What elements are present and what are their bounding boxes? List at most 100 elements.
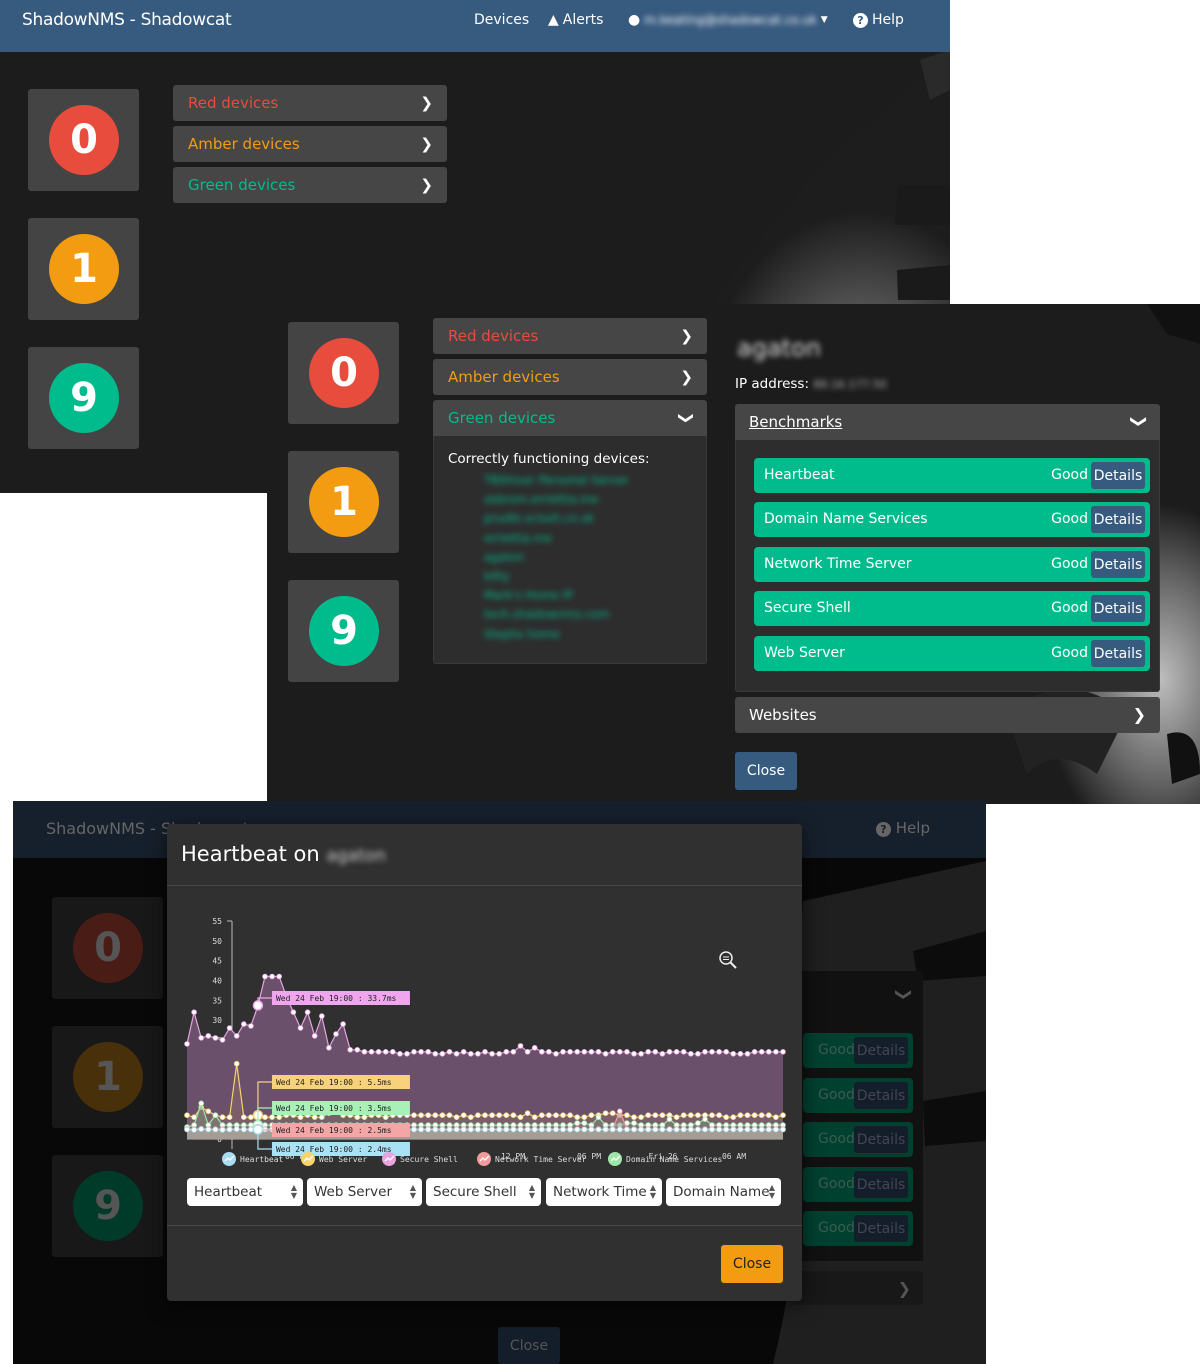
- select-arrows-icon: ▲ ▼: [290, 1183, 297, 1200]
- data-point: [538, 1049, 545, 1055]
- data-point: [467, 1126, 474, 1133]
- device-link[interactable]: tech.shadownms.com: [484, 605, 629, 624]
- modal-close-button[interactable]: Close: [721, 1245, 783, 1283]
- data-point: [241, 1126, 247, 1133]
- series-select-3[interactable]: Secure Shell ▲ ▼: [426, 1178, 541, 1206]
- modal-title: Heartbeat on agaton: [181, 842, 386, 866]
- data-point: [184, 1041, 190, 1047]
- series-select-2[interactable]: Web Server ▲ ▼: [307, 1178, 422, 1206]
- data-point: [695, 1051, 701, 1057]
- data-point: [553, 1112, 559, 1119]
- data-point: [319, 1013, 325, 1019]
- data-point: [638, 1114, 644, 1121]
- data-point: [439, 1051, 446, 1057]
- websites-accordion[interactable]: Websites ❯: [735, 697, 1160, 733]
- red-count-tile[interactable]: 0: [288, 322, 399, 424]
- series-select-4[interactable]: Network Time ▲ ▼: [546, 1178, 662, 1206]
- data-point: [723, 1126, 729, 1133]
- benchmark-status: Good: [818, 1131, 855, 1147]
- nav-help[interactable]: ? Help: [853, 12, 904, 28]
- brand-link[interactable]: ShadowNMS - Shadowcat: [22, 10, 232, 30]
- data-point: [467, 1114, 474, 1121]
- screenshot-device-details: 0 1 9 Red devices ❯ Amber devices ❯ Gree…: [267, 304, 1200, 804]
- data-point: [595, 1114, 602, 1121]
- device-link[interactable]: Mark's Home IP: [484, 586, 629, 605]
- device-link[interactable]: Stephs home: [484, 625, 629, 644]
- amber-count-tile[interactable]: 1: [288, 451, 399, 553]
- data-point: [233, 1060, 240, 1067]
- accordion-green-devices[interactable]: Green devices ❯: [433, 400, 707, 436]
- data-point: [602, 1110, 609, 1117]
- accordion-red-devices[interactable]: Red devices ❯: [173, 85, 447, 121]
- nav-alerts[interactable]: ▲ Alerts: [548, 12, 603, 28]
- green-count-tile[interactable]: 9: [288, 580, 399, 682]
- benchmark-details-button[interactable]: Details: [1091, 462, 1145, 489]
- red-count-badge: 0: [309, 338, 379, 408]
- accordion-amber-devices[interactable]: Amber devices ❯: [433, 359, 707, 395]
- benchmark-details-button[interactable]: Details: [1091, 551, 1145, 578]
- data-point: [496, 1112, 503, 1119]
- data-point: [595, 1049, 602, 1055]
- data-point: [219, 1127, 226, 1133]
- nav-devices[interactable]: Devices: [474, 12, 529, 28]
- data-point: [198, 1035, 205, 1041]
- device-link[interactable]: TBShiver Personal Server: [484, 471, 629, 490]
- device-link[interactable]: zebrom.erriettia.me: [484, 490, 629, 509]
- data-point: [673, 1114, 680, 1121]
- benchmark-row: Domain Name Services Good Details: [754, 502, 1150, 537]
- tooltip-text: Wed 24 Feb 19:00 : 33.7ms: [276, 994, 397, 1003]
- series-select-value: Heartbeat: [194, 1184, 263, 1200]
- modal-footer-divider: [167, 1225, 802, 1226]
- select-arrows-icon: ▲ ▼: [409, 1183, 416, 1200]
- data-point: [631, 1126, 637, 1133]
- data-point: [226, 1025, 233, 1031]
- red-count-tile[interactable]: 0: [28, 89, 139, 191]
- green-count-tile[interactable]: 9: [28, 347, 139, 449]
- chevron-right-icon: ❯: [1132, 705, 1146, 724]
- data-point: [517, 1114, 524, 1121]
- data-point: [319, 1114, 325, 1121]
- amber-count-tile[interactable]: 1: [28, 218, 139, 320]
- benchmark-row-dimmed: Good Details: [803, 1078, 913, 1113]
- benchmarks-header[interactable]: Benchmarks ❯: [735, 404, 1160, 440]
- close-button[interactable]: Close: [735, 752, 797, 790]
- data-point: [737, 1051, 744, 1057]
- device-link[interactable]: agaton: [484, 548, 629, 567]
- data-point: [212, 1112, 219, 1119]
- data-point: [758, 1112, 765, 1119]
- data-point: [411, 1112, 417, 1119]
- amber-count-badge: 1: [73, 1042, 143, 1112]
- benchmark-status: Good: [1051, 556, 1088, 572]
- nav-user-menu[interactable]: ● m.keating@shadowcat.co.uk ▼: [628, 12, 828, 28]
- device-link[interactable]: prudle.scissit.co.uk: [484, 509, 629, 528]
- benchmark-status: Good: [1051, 600, 1088, 616]
- accordion-red-devices[interactable]: Red devices ❯: [433, 318, 707, 354]
- accordion-amber-devices[interactable]: Amber devices ❯: [173, 126, 447, 162]
- data-point: [744, 1126, 751, 1133]
- accordion-green-devices[interactable]: Green devices ❯: [173, 167, 447, 203]
- help-icon: ?: [876, 822, 891, 837]
- data-point: [631, 1051, 637, 1057]
- data-point: [191, 1127, 197, 1133]
- data-point: [567, 1112, 573, 1119]
- data-point: [673, 1049, 680, 1055]
- benchmark-status: Good: [1051, 645, 1088, 661]
- data-point: [695, 1112, 701, 1119]
- device-link[interactable]: kitty: [484, 567, 629, 586]
- benchmark-details-button[interactable]: Details: [1091, 595, 1145, 622]
- latency-chart[interactable]: 051015202530354045505506 PM12 PM06 PMFri…: [167, 904, 802, 1194]
- series-select-1[interactable]: Heartbeat ▲ ▼: [187, 1178, 303, 1206]
- legend-label: Secure Shell: [400, 1155, 458, 1164]
- series-select-5[interactable]: Domain Name ▲ ▼: [666, 1178, 781, 1206]
- benchmark-row: Heartbeat Good Details: [754, 458, 1150, 493]
- data-point: [687, 1126, 694, 1133]
- chevron-right-icon: ❯: [420, 94, 433, 112]
- ip-address-value: 89.16.177.50: [813, 378, 887, 391]
- benchmark-details-button[interactable]: Details: [1091, 506, 1145, 533]
- data-point: [475, 1112, 481, 1119]
- zoom-reset-icon[interactable]: [719, 951, 737, 969]
- data-point: [297, 1114, 304, 1121]
- data-point: [574, 1126, 581, 1133]
- device-link[interactable]: erriettia.me: [484, 529, 629, 548]
- benchmark-details-button[interactable]: Details: [1091, 640, 1145, 667]
